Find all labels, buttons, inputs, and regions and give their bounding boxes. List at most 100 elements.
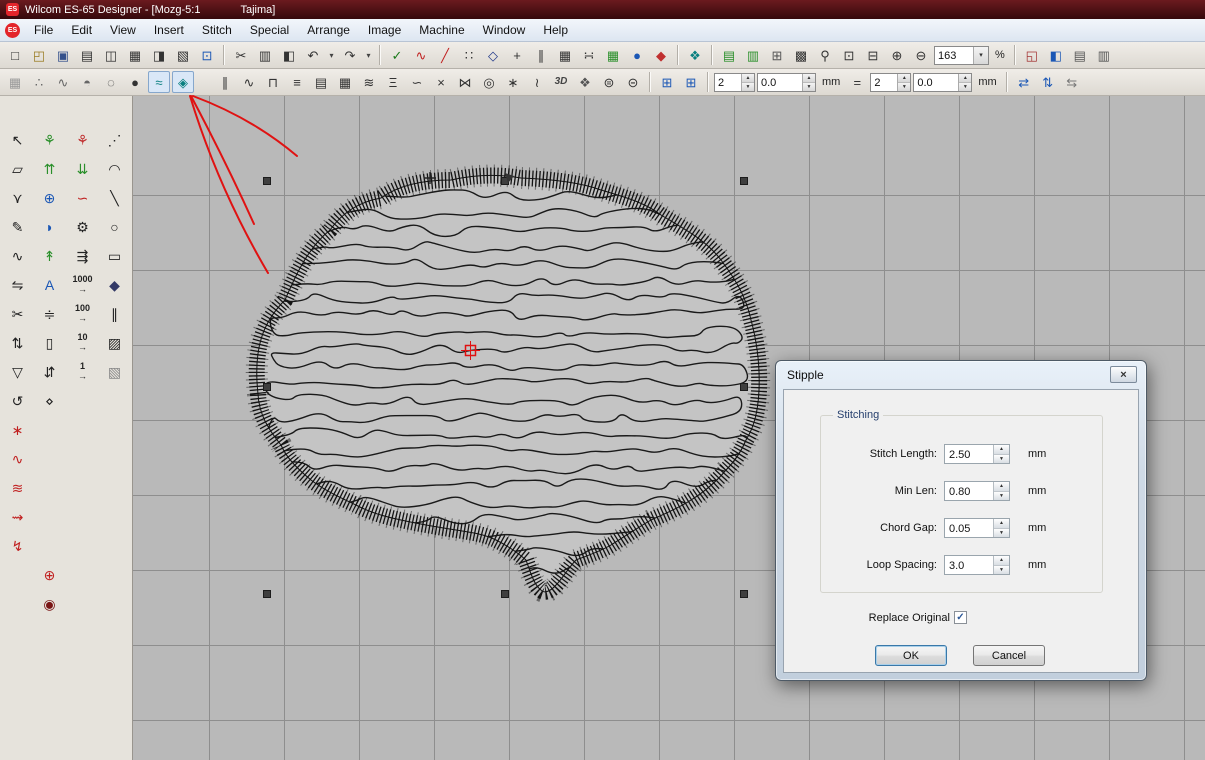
mirror-tool[interactable]: ⇋ <box>4 271 31 298</box>
zoom-value[interactable]: 163 <box>935 47 973 64</box>
spacing-100[interactable]: 100 → <box>69 300 96 327</box>
grid-minor-spin-value[interactable]: 2 <box>871 74 897 91</box>
digitize-plus-icon[interactable]: + <box>506 44 528 66</box>
selection-handle[interactable] <box>264 591 271 598</box>
dialog-titlebar[interactable]: Stipple <box>776 361 1146 389</box>
pan-icon[interactable]: ⇆ <box>1061 71 1083 93</box>
auto-digitize-icon[interactable]: ✓ <box>386 44 408 66</box>
selection-handle[interactable] <box>264 178 271 185</box>
loop-spacing-spinner[interactable]: ▲▼ <box>993 556 1009 574</box>
tatami-icon[interactable]: ▤ <box>310 71 332 93</box>
selection-handle[interactable] <box>741 591 748 598</box>
satin-icon[interactable]: ∥ <box>214 71 236 93</box>
save-design-icon[interactable]: ▣ <box>52 44 74 66</box>
border-icon[interactable]: ⊝ <box>622 71 644 93</box>
options-icon[interactable]: ⊡ <box>196 44 218 66</box>
undo-dropdown[interactable]: ▾ <box>326 44 337 66</box>
machine-icon[interactable]: ⊞ <box>766 44 788 66</box>
grid-show-icon[interactable]: ⊞ <box>656 71 678 93</box>
line-tool[interactable]: ╲ <box>101 184 128 211</box>
hoop-icon[interactable]: ▩ <box>790 44 812 66</box>
lettering-tool[interactable]: A <box>36 271 63 298</box>
grid-table-icon[interactable]: ▦ <box>554 44 576 66</box>
grid-x-spin[interactable]: 0.0▲▼ <box>757 73 816 92</box>
design-properties-icon[interactable]: ▧ <box>172 44 194 66</box>
selection-handle[interactable] <box>502 591 509 598</box>
grid-minor-spin[interactable]: 2▲▼ <box>870 73 911 92</box>
zoom-out-icon[interactable]: ⊖ <box>910 44 932 66</box>
e-stitch-icon[interactable]: ⊓ <box>262 71 284 93</box>
rotate-tool[interactable]: ↺ <box>4 387 31 414</box>
grid-x-spin-arrows[interactable]: ▲▼ <box>802 74 815 91</box>
menu-machine[interactable]: Machine <box>410 20 473 40</box>
motif-fill-icon[interactable]: ≋ <box>358 71 380 93</box>
center-mark-tool[interactable]: ◉ <box>36 590 63 617</box>
menu-arrange[interactable]: Arrange <box>298 20 359 40</box>
functions-icon[interactable]: ◓ <box>76 71 98 93</box>
grid-y-spin-arrows[interactable]: ▲▼ <box>958 74 971 91</box>
polygon-select-tool[interactable]: ▱ <box>4 155 31 182</box>
print-preview-icon[interactable]: ◫ <box>100 44 122 66</box>
docker-2-icon[interactable]: ▥ <box>1093 44 1115 66</box>
dialog-close-icon[interactable]: × <box>1110 366 1137 383</box>
buttonhole-tool[interactable]: ▯ <box>36 329 63 356</box>
zigzag-icon[interactable]: ∿ <box>238 71 260 93</box>
spacing-icon[interactable]: = <box>846 71 868 93</box>
menu-insert[interactable]: Insert <box>145 20 193 40</box>
cone-tool[interactable]: ▽ <box>4 358 31 385</box>
contour-icon[interactable]: Ξ <box>382 71 404 93</box>
design-library-icon[interactable]: ▦ <box>124 44 146 66</box>
backgrounds-icon[interactable]: ◧ <box>1045 44 1067 66</box>
zoom-in-icon[interactable]: ⊕ <box>886 44 908 66</box>
selection-handle[interactable] <box>741 178 748 185</box>
scale-tool[interactable]: ⇅ <box>4 329 31 356</box>
zigzag-run-tool[interactable]: ↯ <box>4 532 31 559</box>
grid-minor-spin-arrows[interactable]: ▲▼ <box>897 74 910 91</box>
flip-tool[interactable]: ⇵ <box>36 358 63 385</box>
selection-handle[interactable] <box>264 384 271 391</box>
fabric-tool[interactable]: ▨ <box>101 329 128 356</box>
texture-tool[interactable]: ▧ <box>101 358 128 385</box>
ellipse-tool[interactable]: ○ <box>101 213 128 240</box>
redo-icon[interactable]: ↷ <box>339 44 361 66</box>
spacing-1[interactable]: 1 → <box>69 358 96 385</box>
trapunto-icon[interactable]: ⊜ <box>598 71 620 93</box>
window-titlebar[interactable]: ES Wilcom ES-65 Designer - [Mozg-5:1 Taj… <box>0 0 1205 19</box>
grid-y-spin[interactable]: 0.0▲▼ <box>913 73 972 92</box>
knife-tool[interactable]: ∿ <box>4 242 31 269</box>
globe-tool[interactable]: ⊕ <box>36 184 63 211</box>
needle-points-icon[interactable]: ∴ <box>28 71 50 93</box>
grid-y-spin-value[interactable]: 0.0 <box>914 74 958 91</box>
chord-gap-value[interactable]: 0.05 <box>945 519 993 537</box>
select-tool[interactable]: ↖ <box>4 126 31 153</box>
zoom-level-combo[interactable]: 163▾ <box>934 46 989 65</box>
loop-spacing-value[interactable]: 3.0 <box>945 556 993 574</box>
grid-major-spin-value[interactable]: 2 <box>715 74 741 91</box>
branch-tool[interactable]: ⇈ <box>36 155 63 182</box>
flower-fill-tool[interactable]: ⚘ <box>36 126 63 153</box>
menu-help[interactable]: Help <box>534 20 577 40</box>
redo-dropdown[interactable]: ▾ <box>363 44 374 66</box>
menu-view[interactable]: View <box>101 20 145 40</box>
cross-stitch-icon[interactable]: × <box>430 71 452 93</box>
combo-arrow-icon[interactable]: ▾ <box>973 47 988 64</box>
spacing-10[interactable]: 10 → <box>69 329 96 356</box>
pattern-stamp-icon[interactable]: ∺ <box>578 44 600 66</box>
column-stitch-icon[interactable]: ∥ <box>530 44 552 66</box>
swatch-icon[interactable]: ◆ <box>650 44 672 66</box>
open-design-icon[interactable]: ◰ <box>28 44 50 66</box>
chord-gap-input[interactable]: 0.05▲▼ <box>944 518 1010 538</box>
selection-handle[interactable] <box>741 384 748 391</box>
grid-major-spin-arrows[interactable]: ▲▼ <box>741 74 754 91</box>
filled-view-icon[interactable]: ● <box>124 71 146 93</box>
parallel-tool[interactable]: ∥ <box>101 300 128 327</box>
menu-file[interactable]: File <box>25 20 62 40</box>
settings-tool[interactable]: ⚙ <box>69 213 96 240</box>
skew-tool[interactable]: ⋄ <box>36 387 63 414</box>
wave-icon[interactable]: ≀ <box>526 71 548 93</box>
run-stitch-tool[interactable]: ∿ <box>4 445 31 472</box>
nudge-h-icon[interactable]: ⇄ <box>1013 71 1035 93</box>
plant-tool[interactable]: ↟ <box>36 242 63 269</box>
multi-run-tool[interactable]: ⇶ <box>69 242 96 269</box>
scissors-tool[interactable]: ✂ <box>4 300 31 327</box>
